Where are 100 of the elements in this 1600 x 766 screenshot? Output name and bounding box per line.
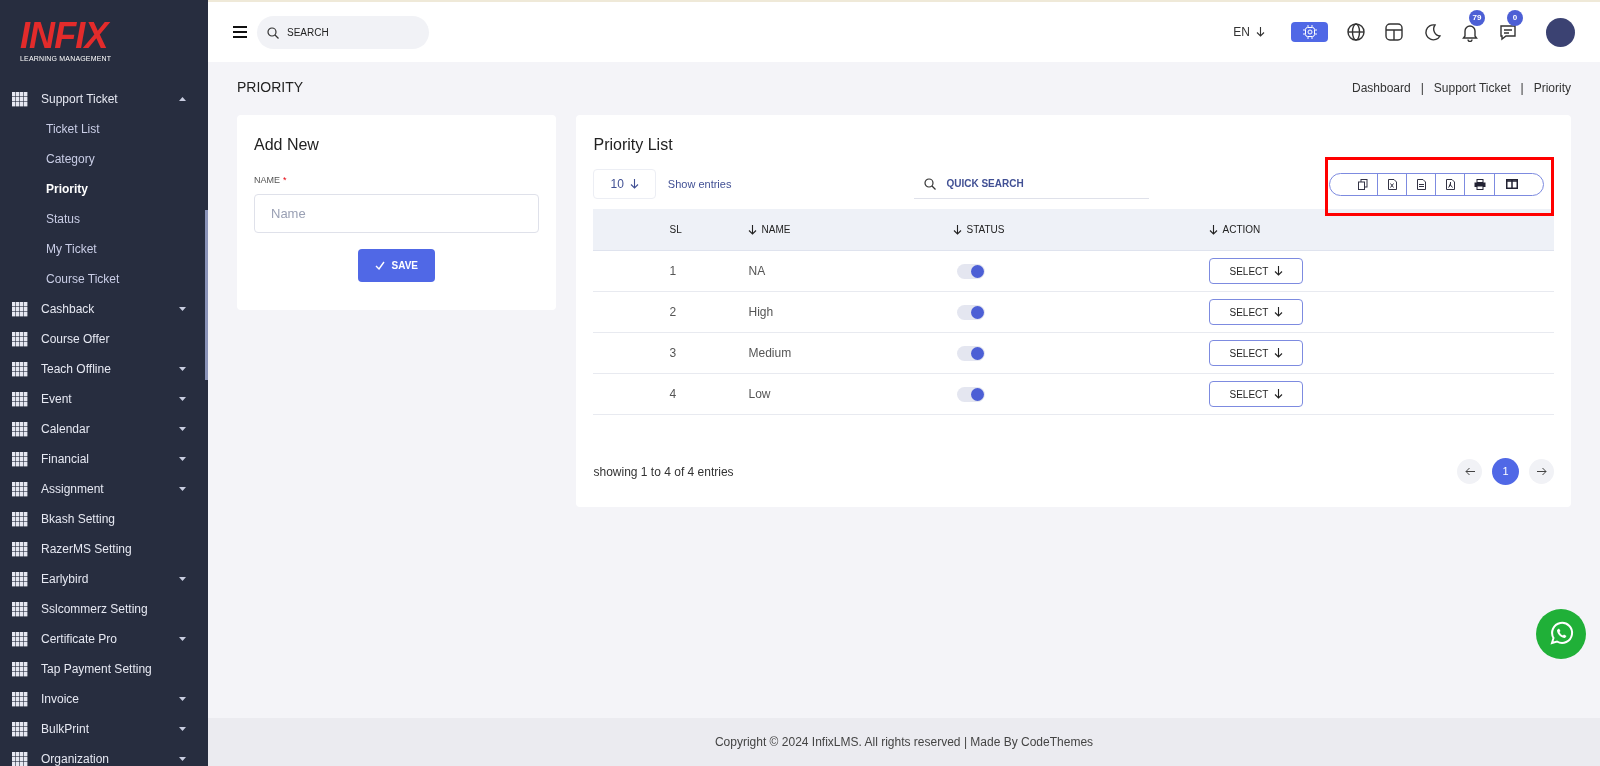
grid-icon	[12, 391, 28, 407]
sidebar-item[interactable]: RazerMS Setting	[0, 534, 208, 564]
grid-icon	[12, 571, 28, 587]
sidebar-item[interactable]: Organization	[0, 744, 208, 766]
field-label: NAME	[254, 174, 280, 187]
search-field[interactable]: SEARCH	[257, 15, 429, 49]
breadcrumb-link[interactable]: Dashboard	[1351, 78, 1411, 97]
show-entries-label: Show entries	[667, 176, 732, 192]
sidebar-item[interactable]: Sslcommerz Setting	[0, 594, 208, 624]
bell-icon[interactable]	[1460, 22, 1480, 42]
grid-icon	[12, 691, 28, 707]
arrow-down-icon	[1274, 307, 1284, 317]
submenu-item[interactable]: My Ticket	[0, 234, 208, 264]
status-toggle[interactable]	[957, 263, 986, 279]
language-dropdown[interactable]: EN	[1233, 23, 1265, 41]
sidebar-item[interactable]: Course Offer	[0, 324, 208, 354]
sidebar-item[interactable]: Bkash Setting	[0, 504, 208, 534]
column-header: SL	[668, 223, 683, 237]
sidebar-item[interactable]: Financial	[0, 444, 208, 474]
required-mark: *	[283, 174, 287, 187]
table-cell: 3	[669, 346, 677, 360]
sidebar-item[interactable]: Teach Offline	[0, 354, 208, 384]
submenu-item[interactable]: Category	[0, 144, 208, 174]
select-dropdown[interactable]: SELECT	[1209, 381, 1304, 407]
sidebar-item[interactable]: Calendar	[0, 414, 208, 444]
chip-icon[interactable]	[1291, 22, 1328, 42]
card-title: Add New	[254, 135, 320, 155]
search-icon	[267, 26, 279, 39]
sidebar-item[interactable]: Event	[0, 384, 208, 414]
document-icon	[1416, 178, 1426, 190]
previous-page-button[interactable]	[1457, 459, 1482, 484]
table-cell: High	[748, 305, 774, 319]
sidebar-item[interactable]: Support Ticket	[0, 84, 208, 114]
sidebar-item[interactable]: Tap Payment Setting	[0, 654, 208, 684]
submenu-item[interactable]: Ticket List	[0, 114, 208, 144]
pdf-file-icon	[1445, 178, 1455, 190]
arrow-down-icon	[953, 224, 963, 235]
sidebar-item[interactable]: Earlybird	[0, 564, 208, 594]
arrow-down-icon	[748, 224, 758, 235]
column-header[interactable]: STATUS	[953, 222, 1210, 237]
moon-icon[interactable]	[1422, 22, 1442, 42]
chat-icon[interactable]	[1498, 22, 1518, 42]
copyright-text: Copyright © 2024 InfixLMS. All rights reserved | Made By CodeThemes	[714, 734, 1094, 751]
table-cell: Low	[748, 387, 771, 401]
submenu-item[interactable]: Course Ticket	[0, 264, 208, 294]
arrow-left-icon	[1464, 467, 1475, 476]
layout-icon[interactable]	[1384, 22, 1404, 42]
avatar[interactable]	[1546, 17, 1575, 47]
message-count: 0	[1507, 10, 1523, 26]
select-dropdown[interactable]: SELECT	[1209, 340, 1304, 366]
whatsapp-icon	[1548, 621, 1574, 647]
grid-icon	[12, 331, 28, 347]
next-page-button[interactable]	[1529, 459, 1554, 484]
sidebar-item[interactable]: Assignment	[0, 474, 208, 504]
arrow-down-icon	[1274, 266, 1284, 276]
status-toggle[interactable]	[957, 386, 986, 402]
select-dropdown[interactable]: SELECT	[1209, 299, 1304, 325]
breadcrumb-separator: |	[1520, 79, 1524, 97]
submenu-item[interactable]: Status	[0, 204, 208, 234]
page-size-dropdown[interactable]: 10	[593, 169, 656, 199]
status-toggle[interactable]	[957, 304, 986, 320]
excel-file-icon	[1387, 178, 1397, 190]
globe-icon[interactable]	[1346, 22, 1366, 42]
notification-count: 79	[1469, 10, 1485, 26]
grid-icon	[12, 91, 28, 107]
column-header[interactable]: NAME	[748, 222, 954, 237]
grid-icon	[12, 631, 28, 647]
arrow-down-icon	[1209, 224, 1219, 235]
sidebar-item[interactable]: Cashback	[0, 294, 208, 324]
sidebar-item[interactable]: Certificate Pro	[0, 624, 208, 654]
grid-icon	[12, 661, 28, 677]
save-button[interactable]: SAVE	[358, 248, 435, 282]
grid-icon	[12, 721, 28, 737]
grid-icon	[12, 751, 28, 766]
breadcrumb-link[interactable]: Support Ticket	[1433, 78, 1511, 97]
grid-icon	[12, 601, 28, 617]
menu-icon[interactable]	[233, 26, 247, 38]
arrow-down-icon	[1274, 389, 1284, 399]
arrow-down-icon	[1274, 348, 1284, 358]
page-button[interactable]: 1	[1492, 458, 1519, 485]
card-title: Priority List	[593, 135, 674, 155]
table-cell: Medium	[748, 346, 792, 360]
column-header[interactable]: ACTION	[1209, 222, 1460, 237]
sidebar-item[interactable]: Invoice	[0, 684, 208, 714]
name-input[interactable]: Name	[254, 193, 540, 233]
grid-icon	[12, 361, 28, 377]
breadcrumb-link[interactable]: Priority	[1533, 78, 1571, 97]
breadcrumb-separator: |	[1420, 79, 1424, 97]
table-cell: 2	[669, 305, 677, 319]
grid-icon	[12, 511, 28, 527]
sidebar-item[interactable]: BulkPrint	[0, 714, 208, 744]
whatsapp-button[interactable]	[1536, 609, 1586, 659]
grid-icon	[12, 301, 28, 317]
check-icon	[375, 260, 386, 270]
submenu-item[interactable]: Priority	[0, 174, 208, 204]
quick-search-field[interactable]: QUICK SEARCH	[914, 169, 1150, 199]
arrow-down-icon	[629, 179, 639, 189]
select-dropdown[interactable]: SELECT	[1209, 258, 1304, 284]
columns-icon	[1506, 179, 1518, 189]
status-toggle[interactable]	[957, 345, 986, 361]
